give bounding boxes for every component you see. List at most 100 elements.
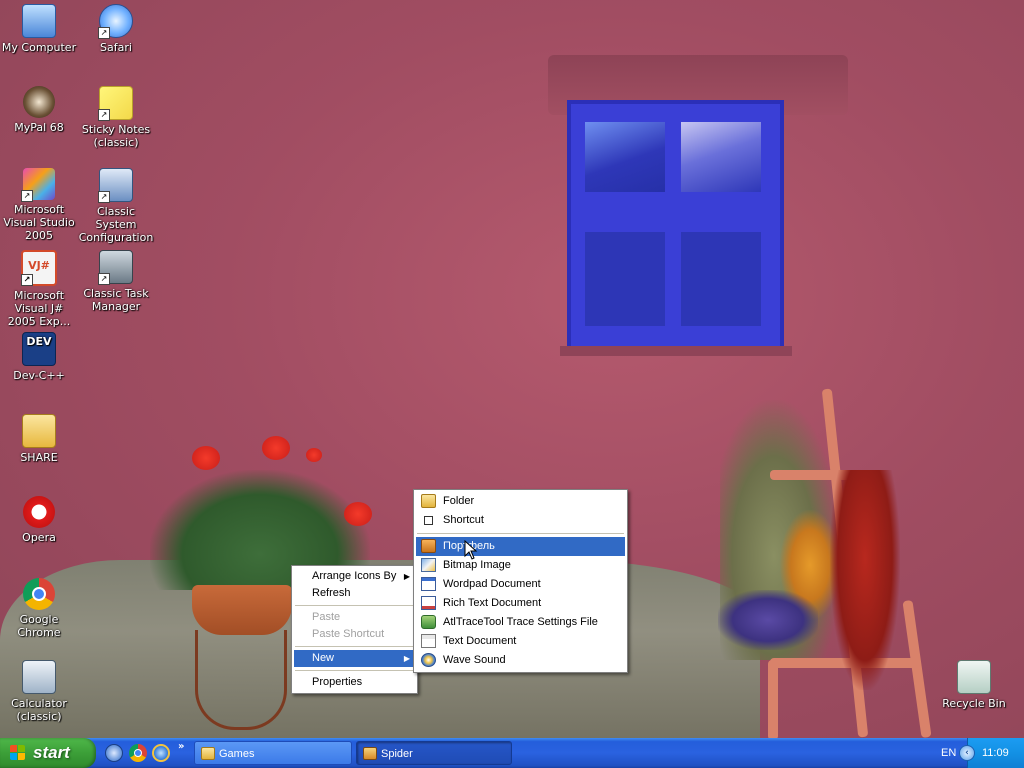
task-label: Spider [381,748,413,760]
menu-item-new[interactable]: New ▶ [294,650,415,667]
menu-item-label: Text Document [443,635,517,647]
desktop-icon-label: My Computer [1,41,77,54]
clock[interactable]: 11:09 [982,738,1009,768]
spider-solitaire-icon [363,747,377,760]
menu-item-paste-shortcut[interactable]: Paste Shortcut [294,626,415,643]
desktop-icon-share[interactable]: SHARE [0,414,78,464]
wordpad-icon [421,577,436,591]
windows-logo-icon [10,745,27,761]
new-item-shortcut[interactable]: Shortcut [416,511,625,530]
desktop-icon-opera[interactable]: Opera [0,496,78,544]
wave-sound-icon [421,653,436,667]
menu-item-arrange-icons-by[interactable]: Arrange Icons By ▶ [294,568,415,585]
new-item-briefcase[interactable]: Портфель [416,537,625,556]
desktop-icon-mypal[interactable]: MyPal 68 [0,86,78,134]
menu-item-label: AtlTraceTool Trace Settings File [443,616,598,628]
desktop-icon-label: Microsoft Visual Studio 2005 [3,203,75,242]
dev-cpp-icon: DEV [22,332,56,366]
desktop-icon-chrome[interactable]: Google Chrome [0,578,78,639]
blue-window-frame [567,100,784,350]
desktop-icon-safari[interactable]: ↗ Safari [77,4,155,54]
visual-jsharp-glyph-text: VJ# [28,259,50,272]
desktop-icon-system-configuration[interactable]: ↗ Classic System Configuration [77,168,155,244]
language-indicator[interactable]: EN [941,738,956,768]
menu-item-label: Paste [312,611,341,623]
desktop-icon-label: Classic System Configuration [78,205,154,244]
new-item-bitmap-image[interactable]: Bitmap Image [416,556,625,575]
geranium-flower [192,446,220,470]
visual-jsharp-icon: VJ# ↗ [21,250,57,286]
desktop-context-menu: Arrange Icons By ▶ Refresh Paste Paste S… [291,565,418,694]
desktop-icon-label: Dev-C++ [13,369,65,382]
taskbar: start » Games Spider EN ‹ 11:09 [0,738,1024,768]
pot-stand [195,630,287,730]
task-label: Games [219,748,255,760]
menu-separator [295,646,414,647]
menu-item-properties[interactable]: Properties [294,674,415,691]
desktop-icon-sticky-notes[interactable]: ↗ Sticky Notes (classic) [77,86,155,149]
menu-item-label: Wave Sound [443,654,506,666]
geranium-flower [306,448,322,462]
desktop-icon-label: Opera [22,531,56,544]
dev-cpp-glyph-text: DEV [26,335,52,348]
new-item-wordpad-document[interactable]: Wordpad Document [416,575,625,594]
start-label: start [33,743,70,762]
desktop-icon-task-manager[interactable]: ↗ Classic Task Manager [77,250,155,313]
chrome-icon [23,578,55,610]
new-item-text-document[interactable]: Text Document [416,632,625,651]
menu-item-label: Properties [312,676,363,688]
new-item-wave-sound[interactable]: Wave Sound [416,651,625,670]
menu-item-paste[interactable]: Paste [294,609,415,626]
rich-text-icon [421,596,436,610]
menu-item-label: Refresh [312,587,351,599]
window-pane [681,122,761,192]
shortcut-arrow-icon: ↗ [98,273,110,285]
menu-item-label: Paste Shortcut [312,628,385,640]
desktop-icon-my-computer[interactable]: My Computer [0,4,78,54]
shortcut-arrow-icon: ↗ [98,109,110,121]
desktop-icon-calculator[interactable]: Calculator (classic) [0,660,78,723]
new-item-folder[interactable]: Folder [416,492,625,511]
desktop-icon-label: Recycle Bin [942,697,1006,710]
sticky-notes-icon: ↗ [98,86,133,121]
desktop-icon-label: Safari [100,41,132,54]
geranium-flower [262,436,290,460]
desktop-icon-label: Classic Task Manager [83,287,149,313]
shortcut-arrow-icon: ↗ [98,27,110,39]
desktop-icon-recycle-bin[interactable]: Recycle Bin [935,660,1013,710]
menu-item-label: Arrange Icons By [312,570,397,582]
taskbar-button-spider[interactable]: Spider [356,741,512,765]
recycle-bin-icon [957,660,991,694]
bitmap-icon [421,558,436,572]
desktop-icon-visual-studio[interactable]: ↗ Microsoft Visual Studio 2005 [0,168,78,242]
menu-item-label: Bitmap Image [443,559,511,571]
show-hidden-icons-button[interactable]: ‹ [959,745,975,761]
new-submenu: Folder Shortcut Портфель Bitmap Image Wo… [413,489,628,673]
quicklaunch-more-button[interactable]: » [178,741,184,752]
new-item-atltrace-settings[interactable]: AtlTraceTool Trace Settings File [416,613,625,632]
folder-icon [22,414,56,448]
menu-item-label: Folder [443,495,475,507]
window-pane [585,232,665,326]
start-button[interactable]: start [0,738,96,768]
shortcut-icon [424,516,433,525]
chili-ristra [830,470,900,690]
shortcut-arrow-icon: ↗ [98,191,110,203]
desktop-icon-visual-jsharp[interactable]: VJ# ↗ Microsoft Visual J# 2005 Exp... [0,250,78,328]
internet-explorer-icon[interactable] [152,744,170,762]
menu-item-refresh[interactable]: Refresh [294,585,415,602]
mypal-icon [23,86,55,118]
my-computer-icon [22,4,56,38]
window-ledge [560,346,792,356]
chrome-quicklaunch-icon[interactable] [129,744,147,762]
taskbar-button-games[interactable]: Games [194,741,352,765]
menu-item-label: Shortcut [443,514,484,526]
ladder-rail [768,660,778,738]
desktop-icon-dev-cpp[interactable]: DEV Dev-C++ [0,332,78,382]
desktop-icon-label: MyPal 68 [14,121,64,134]
menu-item-label: Rich Text Document [443,597,542,609]
new-item-rich-text-document[interactable]: Rich Text Document [416,594,625,613]
show-desktop-icon[interactable] [105,744,123,762]
task-manager-icon: ↗ [98,250,133,285]
desktop-icon-label: Calculator (classic) [11,697,67,723]
